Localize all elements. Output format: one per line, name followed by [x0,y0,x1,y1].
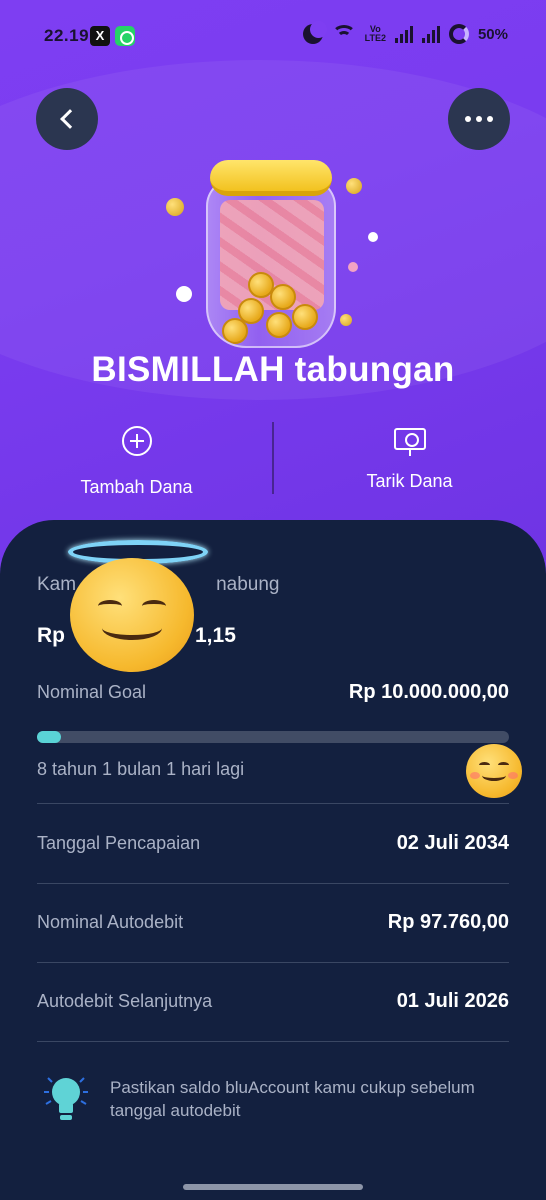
detail-value: Rp 97.760,00 [387,911,509,933]
smiling-face-with-halo-emoji [70,558,194,672]
volte-bottom: LTE2 [364,33,386,43]
goal-progress-bar [37,731,509,743]
x-icon: X [90,26,110,46]
battery-level: 50% [477,25,508,43]
do-not-disturb-icon [302,21,327,44]
lightbulb-icon [44,1077,88,1120]
divider [37,883,509,884]
detail-label: Tanggal Pencapaian [37,833,201,853]
remaining-time: 8 tahun 1 bulan 1 hari lagi [37,759,245,779]
divider [37,962,509,963]
smiling-face-emoji [466,744,522,798]
battery-icon [448,24,469,44]
tip-text: Pastikan saldo bluAccount kamu cukup seb… [110,1078,475,1120]
signal-icon [394,25,413,43]
detail-label: Autodebit Selanjutnya [37,991,213,1011]
chevron-left-icon [60,109,80,129]
divider [37,803,509,804]
volte-indicator: Vo LTE2 [365,25,386,43]
more-options-button[interactable] [448,88,510,150]
more-horizontal-icon [465,116,493,122]
tarik-dana-button[interactable]: Tarik Dana [273,420,546,492]
tarik-dana-label: Tarik Dana [366,471,453,491]
tambah-dana-label: Tambah Dana [80,477,193,497]
goal-label: Nominal Goal [37,682,147,702]
detail-value: 01 Juli 2026 [396,990,509,1012]
saved-amount-end: 1,15 [195,624,236,647]
back-button[interactable] [36,88,98,150]
home-indicator[interactable] [183,1184,363,1190]
divider [37,1041,509,1042]
whatsapp-icon [115,26,135,46]
saved-label-end: nabung [216,574,280,595]
saved-amount-start: Rp [37,624,65,647]
plus-circle-icon [121,426,152,456]
goal-value: Rp 10.000.000,00 [348,681,509,703]
saved-label-start: Kam [37,574,77,595]
savings-jar-icon [160,150,390,350]
wifi-icon [331,25,356,43]
cash-withdraw-icon [393,428,426,456]
action-bar: Tambah Dana Tarik Dana [0,420,546,500]
page-title: BISMILLAH tabungan [91,350,455,389]
tambah-dana-button[interactable]: Tambah Dana [0,420,273,498]
detail-value: 02 Juli 2034 [396,832,509,854]
status-time: 22.19 [44,26,90,45]
signal-icon-2 [421,25,440,43]
detail-label: Nominal Autodebit [37,912,184,932]
goal-progress-fill [37,731,61,743]
status-bar: 22.19 X Vo LTE2 50% [0,0,546,70]
